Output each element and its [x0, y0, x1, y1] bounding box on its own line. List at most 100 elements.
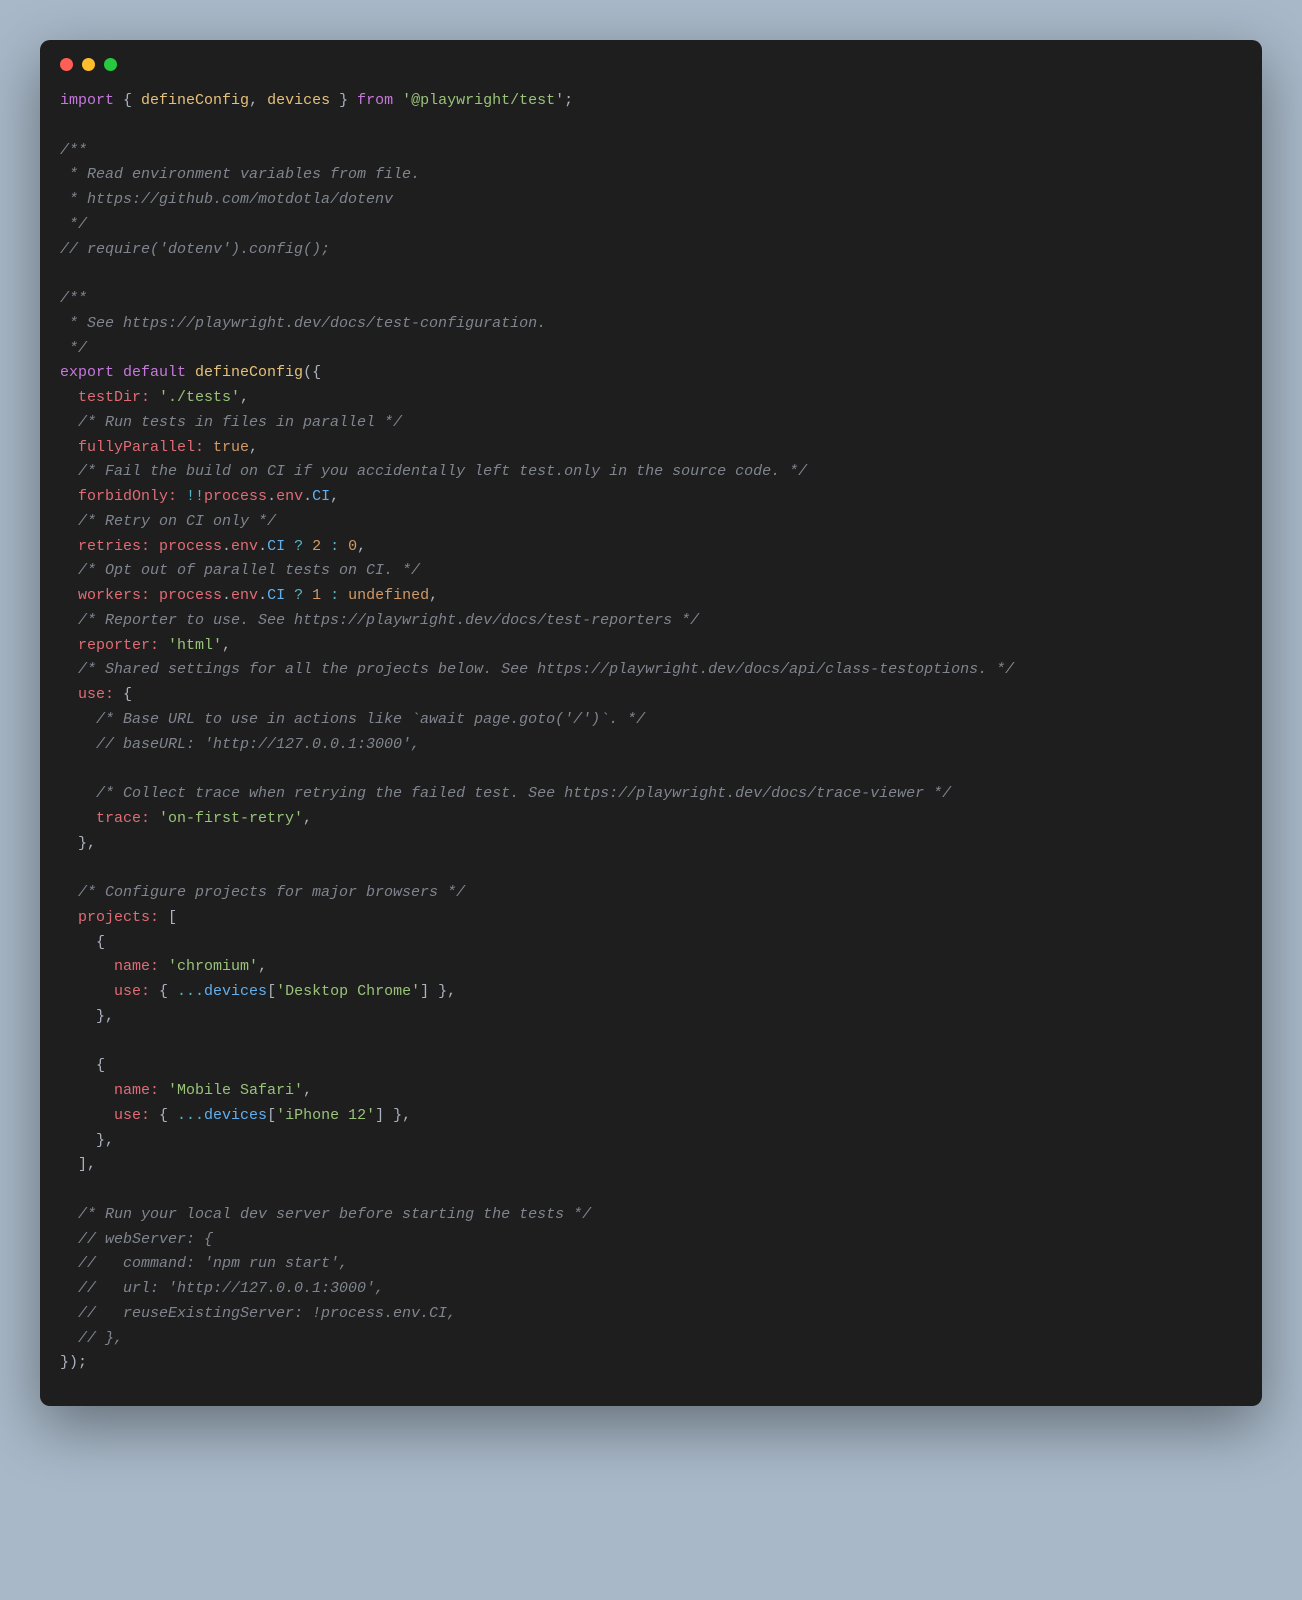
number-1: 1 [312, 587, 321, 604]
keyword-from: from [357, 92, 393, 109]
comment-baseurl: /* Base URL to use in actions like `awai… [60, 711, 645, 728]
string-desktop-chrome: 'Desktop Chrome' [276, 983, 420, 1000]
project2-open: { [60, 1057, 105, 1074]
comma: , [303, 1082, 312, 1099]
string-iphone12: 'iPhone 12' [276, 1107, 375, 1124]
comment-env: /** * Read environment variables from fi… [60, 142, 420, 233]
comma: , [222, 637, 231, 654]
code-content: import { defineConfig, devices } from '@… [40, 79, 1262, 1406]
prop-workers: workers: [60, 587, 150, 604]
keyword-export: export [60, 364, 114, 381]
paren-open: ( [303, 364, 312, 381]
prop-testDir: testDir: [60, 389, 150, 406]
keyword-default: default [114, 364, 195, 381]
dot: . [222, 538, 231, 555]
var-CI: CI [267, 538, 285, 555]
var-CI: CI [312, 488, 330, 505]
spread: ... [177, 983, 204, 1000]
dot: . [303, 488, 312, 505]
comma: , [240, 389, 249, 406]
var-process: process [204, 488, 267, 505]
prop-use: use: [60, 686, 114, 703]
comma: , [357, 538, 366, 555]
comma: , [249, 439, 258, 456]
comment-ws-close: // }, [60, 1330, 123, 1347]
semicolon: ; [564, 92, 573, 109]
dot: . [267, 488, 276, 505]
dot: . [258, 538, 267, 555]
operator-colon: : [321, 587, 348, 604]
projects-close: ], [60, 1156, 96, 1173]
code-window: import { defineConfig, devices } from '@… [40, 40, 1262, 1406]
prop-use: use: [60, 983, 150, 1000]
spread: ... [177, 1107, 204, 1124]
string-html: 'html' [159, 637, 222, 654]
operator-ternary: ? [285, 587, 312, 604]
var-process: process [150, 538, 222, 555]
operator-bang: !! [177, 488, 204, 505]
number-2: 2 [312, 538, 321, 555]
comma: , [249, 92, 267, 109]
brace-open: { [312, 364, 321, 381]
var-env: env [231, 587, 258, 604]
prop-use: use: [60, 1107, 150, 1124]
brace: } [330, 92, 357, 109]
comment-retry: /* Retry on CI only */ [60, 513, 276, 530]
dot: . [258, 587, 267, 604]
dot: . [222, 587, 231, 604]
bracket: [ [267, 983, 276, 1000]
string-trace: 'on-first-retry' [150, 810, 303, 827]
comment-see-docs: /** * See https://playwright.dev/docs/te… [60, 290, 546, 357]
string-testDir: './tests' [150, 389, 240, 406]
string-mobile-safari: 'Mobile Safari' [159, 1082, 303, 1099]
project1-open: { [60, 934, 105, 951]
minimize-window-dot[interactable] [82, 58, 95, 71]
prop-fullyParallel: fullyParallel: [60, 439, 204, 456]
comment-ws-url: // url: 'http://127.0.0.1:3000', [60, 1280, 384, 1297]
comment-trace: /* Collect trace when retrying the faile… [60, 785, 951, 802]
comment-webserver: /* Run your local dev server before star… [60, 1206, 591, 1223]
comma: , [330, 488, 339, 505]
var-CI: CI [267, 587, 285, 604]
prop-trace: trace: [60, 810, 150, 827]
comment-ws-reuse: // reuseExistingServer: !process.env.CI, [60, 1305, 456, 1322]
prop-retries: retries: [60, 538, 150, 555]
paren-close: ) [69, 1354, 78, 1371]
function-defineConfig: defineConfig [195, 364, 303, 381]
comment-baseurl-val: // baseURL: 'http://127.0.0.1:3000', [60, 736, 420, 753]
obj-close: } [60, 1354, 69, 1371]
close-window-dot[interactable] [60, 58, 73, 71]
prop-name: name: [60, 1082, 159, 1099]
maximize-window-dot[interactable] [104, 58, 117, 71]
bool-true: true [204, 439, 249, 456]
window-titlebar [40, 40, 1262, 79]
brace-open: { [150, 1107, 177, 1124]
string-chromium: 'chromium' [159, 958, 258, 975]
bracket: ] [375, 1107, 384, 1124]
project1-close: }, [60, 1008, 114, 1025]
keyword-import: import [60, 92, 114, 109]
identifier-devices: devices [267, 92, 330, 109]
space [393, 92, 402, 109]
identifier-defineConfig: defineConfig [141, 92, 249, 109]
brace-close: }, [384, 1107, 411, 1124]
prop-reporter: reporter: [60, 637, 159, 654]
semicolon: ; [78, 1354, 87, 1371]
operator-ternary: ? [285, 538, 312, 555]
bracket: ] [420, 983, 429, 1000]
comma: , [429, 587, 438, 604]
use-close: }, [60, 835, 96, 852]
comment-workers: /* Opt out of parallel tests on CI. */ [60, 562, 420, 579]
bracket: [ [267, 1107, 276, 1124]
operator-colon: : [321, 538, 348, 555]
var-env: env [276, 488, 303, 505]
project2-close: }, [60, 1132, 114, 1149]
comment-shared: /* Shared settings for all the projects … [60, 661, 1014, 678]
brace-open: { [150, 983, 177, 1000]
comma: , [303, 810, 312, 827]
var-process: process [150, 587, 222, 604]
comment-fail: /* Fail the build on CI if you accidenta… [60, 463, 807, 480]
comma: , [258, 958, 267, 975]
brace: { [114, 92, 141, 109]
string-package: '@playwright/test' [402, 92, 564, 109]
